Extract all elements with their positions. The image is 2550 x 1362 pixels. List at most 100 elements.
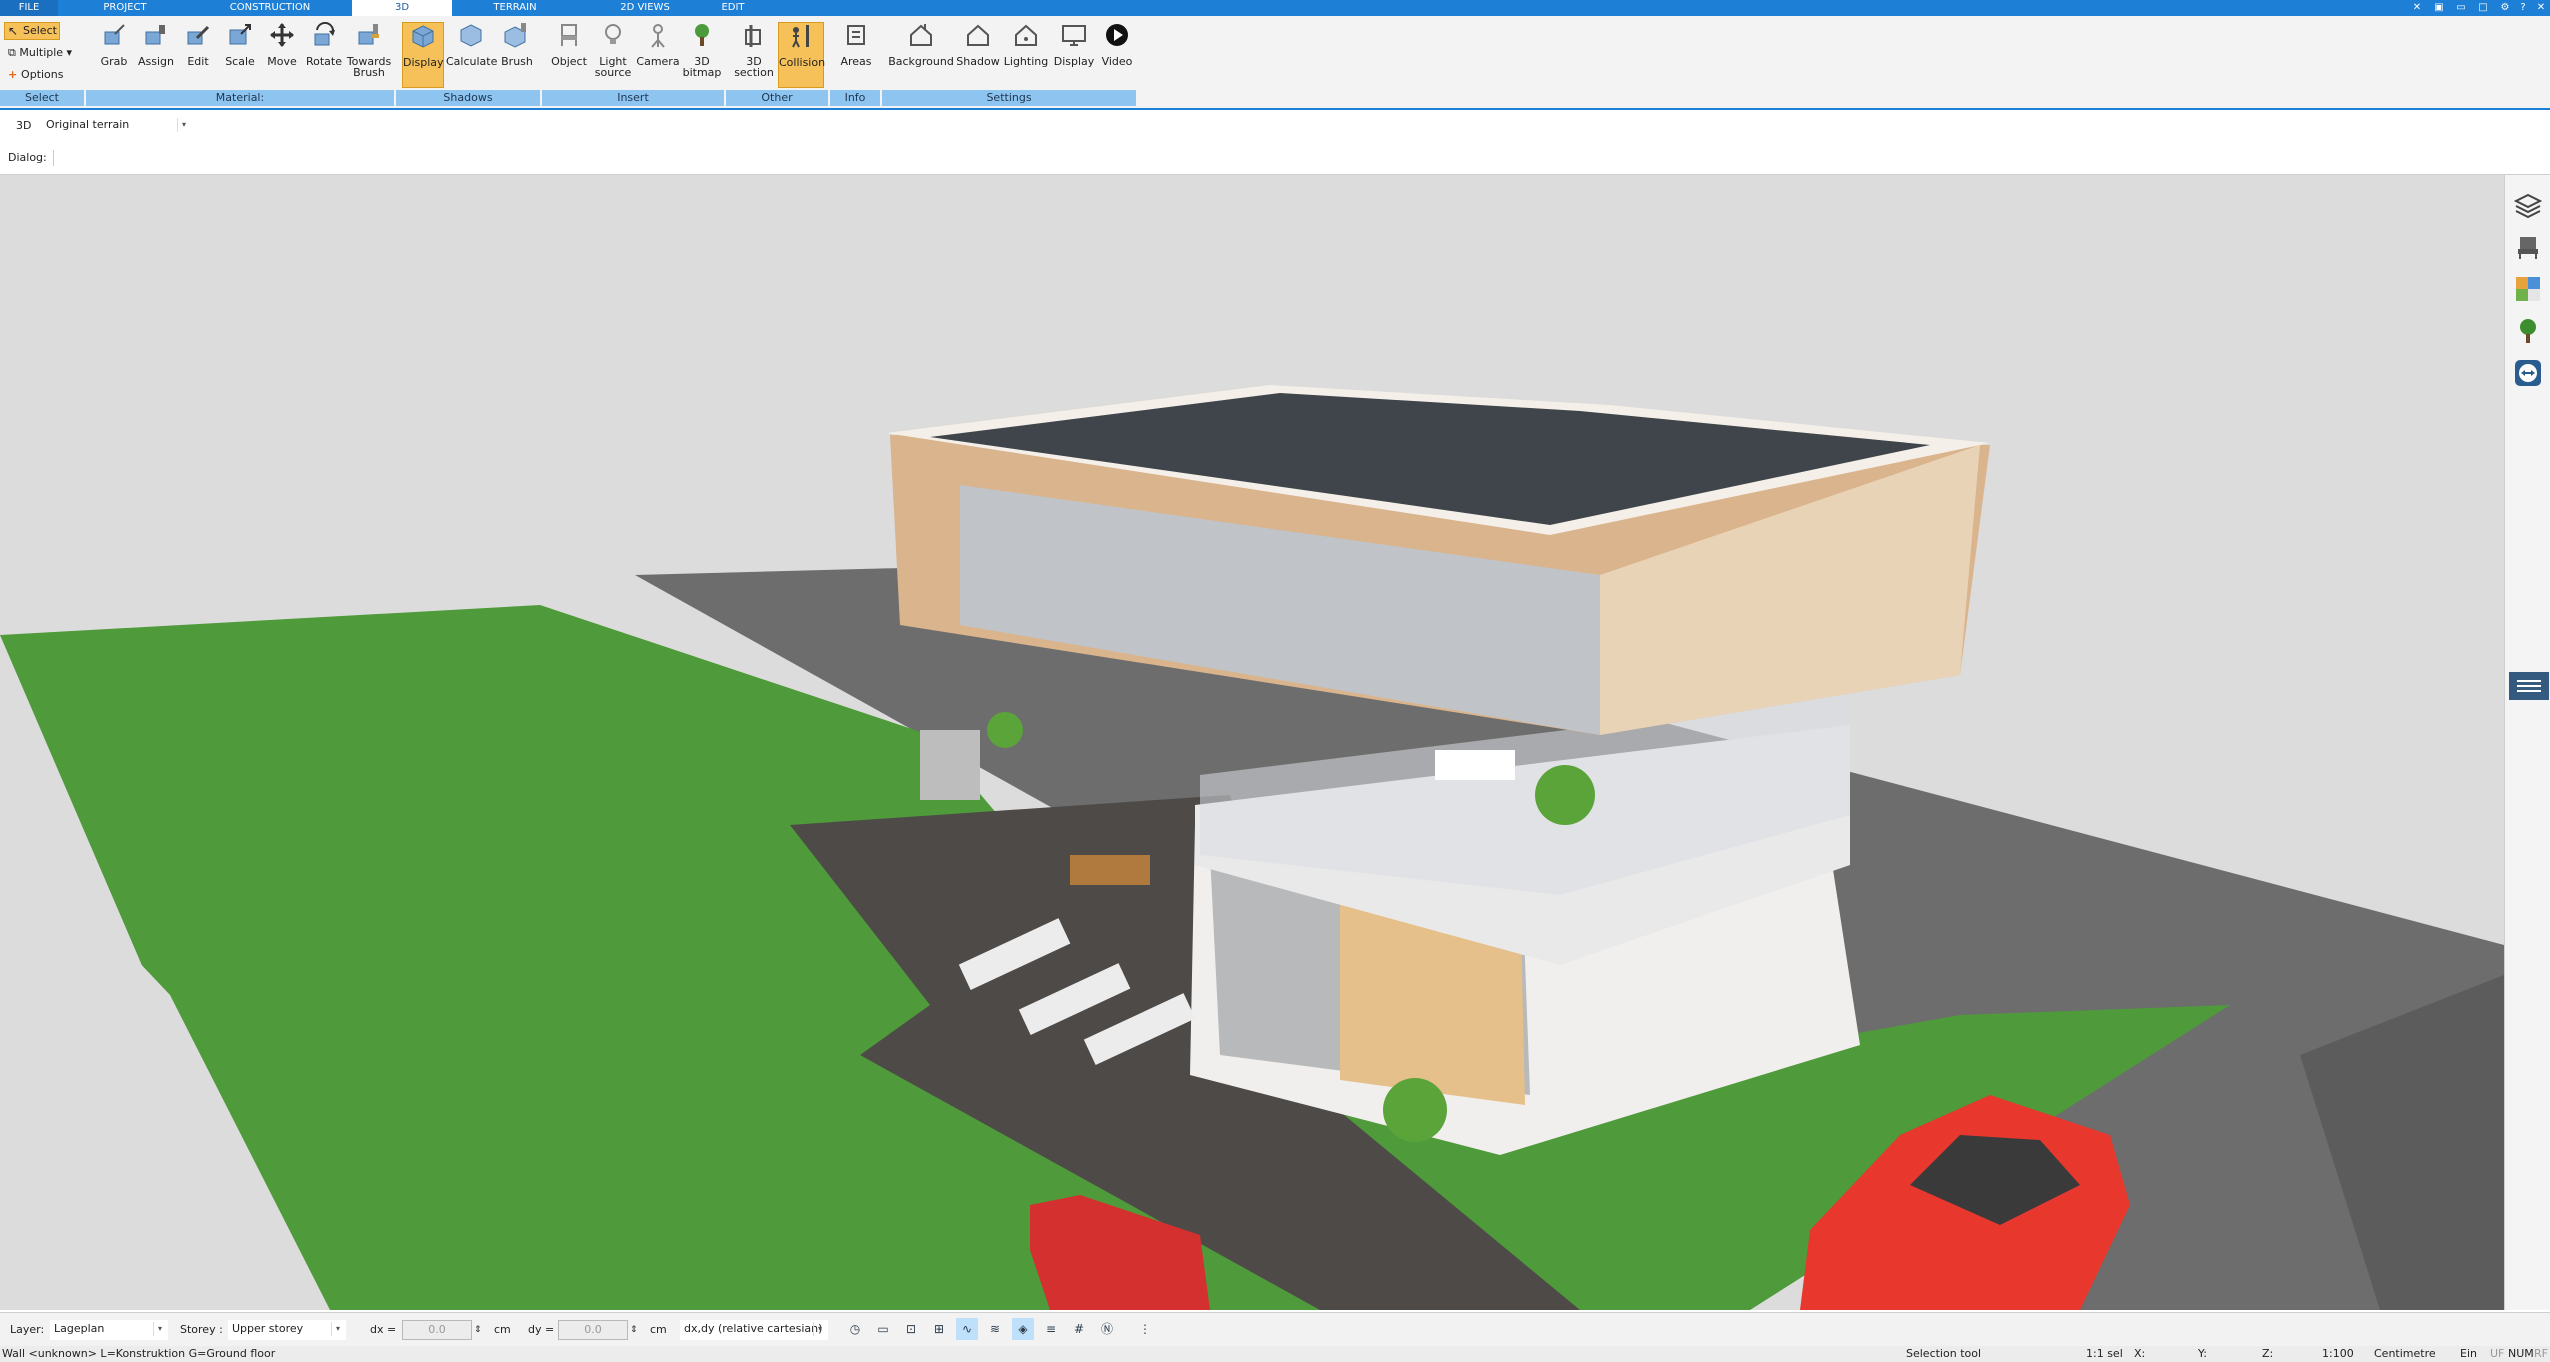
cube-shadow-icon: [412, 25, 434, 48]
group-insert-label: Insert: [542, 90, 724, 106]
selection-count: 1:1 sel: [2086, 1347, 2123, 1360]
areas-icon: [847, 25, 865, 45]
z-readout: Z:: [2262, 1347, 2274, 1360]
grab-icon: [104, 24, 125, 45]
ortho-icon[interactable]: ⊞: [928, 1318, 950, 1340]
tab-3d[interactable]: 3D: [352, 0, 452, 16]
insert-light-source-button[interactable]: Light source: [592, 22, 634, 88]
move-button[interactable]: Move: [262, 22, 302, 88]
lighting-button[interactable]: Lighting: [1002, 22, 1050, 88]
tab-construction[interactable]: CONSTRUCTION: [200, 0, 340, 16]
terrain-select[interactable]: Original terrain ▾: [42, 116, 192, 136]
grid-icon[interactable]: #: [1068, 1318, 1090, 1340]
chevron-down-icon: ▾: [153, 1322, 166, 1336]
stack-icon[interactable]: ≡: [1040, 1318, 1062, 1340]
insert-3d-bitmap-button[interactable]: 3D bitmap: [682, 22, 722, 88]
tree-icon: [695, 24, 709, 46]
shadow-settings-button[interactable]: Shadow: [956, 22, 1000, 88]
tab-terrain[interactable]: TERRAIN: [470, 0, 560, 16]
palm-plant: [1383, 1078, 1447, 1142]
y-readout: Y:: [2198, 1347, 2207, 1360]
restore-icon[interactable]: ▣: [2432, 1, 2446, 15]
storey-select[interactable]: Upper storey ▾: [228, 1320, 346, 1340]
group-info-label: Info: [830, 90, 880, 106]
dx-unit: cm: [494, 1323, 511, 1336]
potted-plant: [1535, 765, 1595, 825]
dx-label: dx =: [370, 1323, 397, 1336]
snap-icon[interactable]: ⊡: [900, 1318, 922, 1340]
insert-camera-button[interactable]: Camera: [636, 22, 680, 88]
tab-edit[interactable]: EDIT: [700, 0, 766, 16]
furniture-icon[interactable]: [2514, 233, 2542, 261]
window-icon[interactable]: □: [2476, 1, 2490, 15]
dy-input[interactable]: 0.0: [558, 1320, 628, 1340]
play-icon: [1106, 24, 1128, 46]
camera-icon: [651, 24, 665, 48]
rotate-icon: [314, 22, 335, 46]
menu-icon[interactable]: [2509, 672, 2549, 700]
3d-scene[interactable]: [0, 175, 2504, 1310]
options-button[interactable]: + Options: [8, 68, 64, 82]
areas-button[interactable]: Areas: [836, 22, 876, 88]
group-material-label: Material:: [86, 90, 394, 106]
grab-button[interactable]: Grab: [94, 22, 134, 88]
potted-plant: [987, 712, 1023, 748]
uf-indicator: UF: [2490, 1347, 2505, 1360]
coord-mode-select[interactable]: dx,dy (relative cartesian) ▾: [680, 1320, 828, 1340]
dx-stepper-icon[interactable]: ⇕: [474, 1322, 482, 1338]
3d-section-button[interactable]: 3D section: [732, 22, 776, 88]
multiple-button[interactable]: ⧉ Multiple ▾: [8, 46, 72, 60]
dx-input[interactable]: 0.0: [402, 1320, 472, 1340]
north-icon[interactable]: Ⓝ: [1096, 1318, 1118, 1340]
monitor-icon: [1062, 25, 1086, 46]
hint-text: Wall <unknown> L=Konstruktion G=Ground f…: [2, 1347, 276, 1360]
layer-snap-icon[interactable]: ◈: [1012, 1318, 1034, 1340]
shadows-display-button[interactable]: Display: [402, 22, 444, 88]
select-button[interactable]: ↖ Select: [4, 22, 60, 40]
teamviewer-icon[interactable]: [2514, 359, 2542, 387]
settings-icon[interactable]: ⚙: [2498, 1, 2512, 15]
materials-icon[interactable]: [2514, 275, 2542, 303]
shadows-brush-button[interactable]: Brush: [498, 22, 536, 88]
calculate-shadow-icon: [460, 24, 482, 47]
scale-readout: 1:100: [2322, 1347, 2354, 1360]
collision-button[interactable]: Collision: [778, 22, 825, 88]
view-bar: 3D Original terrain ▾: [0, 110, 2550, 142]
help-icon[interactable]: ?: [2516, 1, 2530, 15]
layer-select[interactable]: Lageplan ▾: [50, 1320, 168, 1340]
num-indicator: NUM: [2508, 1347, 2534, 1360]
screen-icon[interactable]: ▭: [872, 1318, 894, 1340]
curve-icon[interactable]: ∿: [956, 1318, 978, 1340]
3d-viewport[interactable]: [0, 175, 2504, 1310]
close-icon[interactable]: ✕: [2534, 1, 2548, 15]
assign-icon: [145, 25, 165, 45]
towards-brush-button[interactable]: Towards Brush: [346, 22, 392, 88]
group-settings-label: Settings: [882, 90, 1136, 106]
hatch-icon[interactable]: ≋: [984, 1318, 1006, 1340]
dy-stepper-icon[interactable]: ⇕: [630, 1322, 638, 1338]
storey-label: Storey :: [180, 1323, 223, 1336]
tab-file[interactable]: FILE: [0, 0, 58, 16]
tool-text: Selection tool: [1906, 1347, 1982, 1360]
video-button[interactable]: Video: [1098, 22, 1136, 88]
rotate-button[interactable]: Rotate: [304, 22, 344, 88]
tools-icon[interactable]: ✕: [2410, 1, 2424, 15]
plants-icon[interactable]: [2514, 317, 2542, 345]
layer-label: Layer:: [10, 1323, 45, 1336]
display-settings-button[interactable]: Display: [1052, 22, 1096, 88]
tab-2d-views[interactable]: 2D VIEWS: [600, 0, 690, 16]
tab-project[interactable]: PROJECT: [70, 0, 180, 16]
shadows-calculate-button[interactable]: Calculate: [446, 22, 497, 88]
layers-icon[interactable]: [2514, 191, 2542, 219]
assign-button[interactable]: Assign: [136, 22, 176, 88]
background-button[interactable]: Background: [888, 22, 954, 88]
move-icon: [270, 23, 294, 47]
clock-icon[interactable]: ◷: [844, 1318, 866, 1340]
minimize-icon[interactable]: ▭: [2454, 1, 2468, 15]
edit-material-button[interactable]: Edit: [178, 22, 218, 88]
beach-chair: [920, 730, 980, 800]
scale-button[interactable]: Scale: [220, 22, 260, 88]
more-icon[interactable]: ⋮: [1134, 1318, 1156, 1340]
bulb-icon: [605, 24, 621, 44]
insert-object-button[interactable]: Object: [548, 22, 590, 88]
